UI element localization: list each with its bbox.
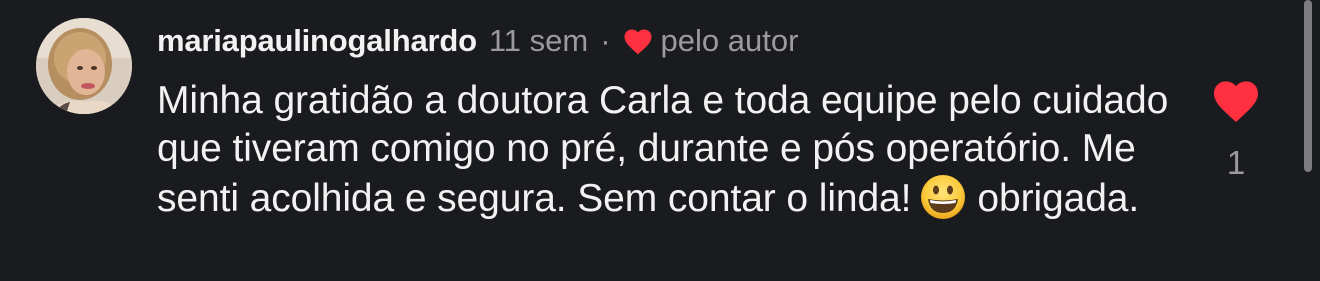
- like-heart-icon[interactable]: [1211, 79, 1261, 123]
- avatar[interactable]: [36, 18, 132, 114]
- comment-item: mariapaulinogalhardo 11 sem · pelo autor…: [0, 0, 1320, 281]
- scrollbar[interactable]: [1304, 0, 1312, 172]
- meta-separator: ·: [600, 23, 611, 58]
- like-count[interactable]: 1: [1212, 144, 1260, 182]
- comment-text-end: obrigada.: [977, 177, 1140, 220]
- comment-meta: mariapaulinogalhardo 11 sem · pelo autor: [157, 19, 1187, 63]
- heart-icon: [624, 28, 652, 54]
- liked-by-author-label: pelo autor: [660, 23, 799, 58]
- timestamp[interactable]: 11 sem: [489, 23, 588, 59]
- comment-body: mariapaulinogalhardo 11 sem · pelo autor…: [157, 19, 1187, 223]
- grinning-face-emoji: [921, 175, 966, 219]
- comment-text: Minha gratidão a doutora Carla e toda eq…: [157, 77, 1187, 223]
- avatar-image: [36, 18, 132, 114]
- username-link[interactable]: mariapaulinogalhardo: [157, 23, 477, 59]
